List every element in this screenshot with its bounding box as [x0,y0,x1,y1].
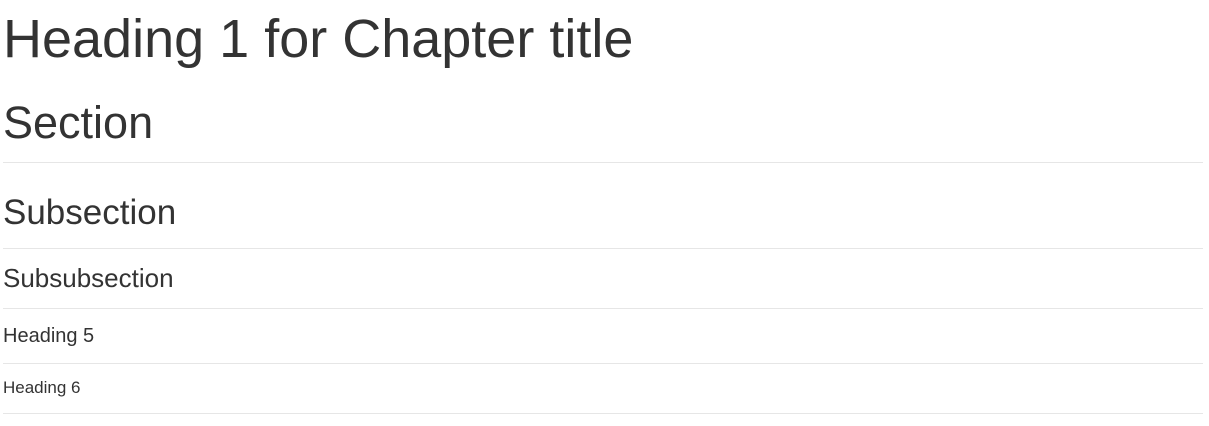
subsection-heading: Subsection [3,193,177,232]
subsubsection-heading: Subsubsection [3,263,174,293]
section-divider [3,162,1203,163]
subsubsection-divider [3,308,1203,309]
heading-6: Heading 6 [3,378,81,397]
subsection-divider [3,248,1203,249]
section-heading: Section [3,97,154,148]
chapter-title-heading: Heading 1 for Chapter title [3,9,634,69]
heading-5-divider [3,363,1203,364]
heading-5: Heading 5 [3,325,95,347]
heading-6-divider [3,413,1203,414]
